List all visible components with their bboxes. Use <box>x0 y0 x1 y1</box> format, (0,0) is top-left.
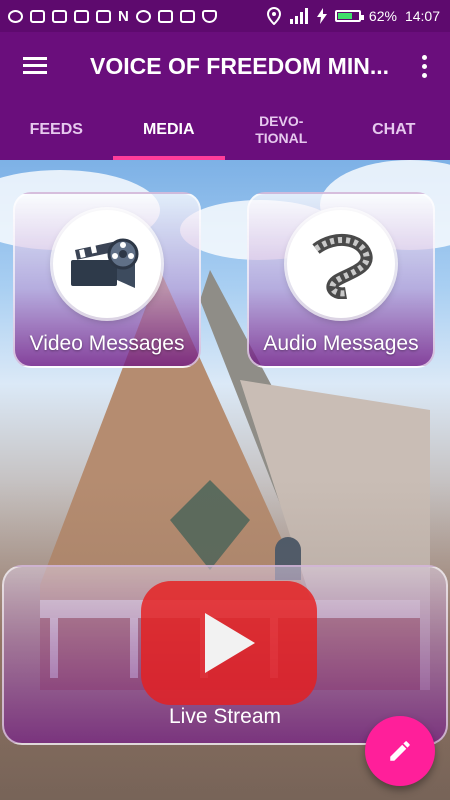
tab-media[interactable]: MEDIA <box>112 100 226 160</box>
tab-devotional[interactable]: DEVO- TIONAL <box>225 100 338 160</box>
status-bar: N 62% 14:07 <box>0 0 450 32</box>
film-strip-icon <box>287 210 395 318</box>
tab-chat[interactable]: CHAT <box>338 100 450 160</box>
live-stream-tile[interactable]: Live Stream <box>2 565 448 745</box>
battery-icon <box>334 10 364 22</box>
gmail-icon <box>74 9 89 23</box>
audio-messages-tile[interactable]: Audio Messages <box>247 192 435 368</box>
pencil-icon <box>390 741 410 761</box>
youtube-play-icon <box>141 581 317 705</box>
notification-icons: N <box>0 8 217 25</box>
app-title: VOICE OF FREEDOM MIN... <box>90 52 390 79</box>
shirt-icon <box>30 9 45 23</box>
location-icon <box>266 7 281 25</box>
audio-messages-label: Audio Messages <box>263 332 419 355</box>
instagram-icon <box>157 9 173 23</box>
app-bar: VOICE OF FREEDOM MIN... <box>0 32 450 100</box>
film-reel-icon <box>53 210 161 318</box>
whatsapp-icon <box>8 9 23 23</box>
bird-icon <box>135 9 151 23</box>
charging-icon <box>316 8 327 24</box>
battery-percent: 62% <box>368 8 397 24</box>
video-messages-tile[interactable]: Video Messages <box>13 192 201 368</box>
tab-bar: FEEDS MEDIA DEVO- TIONAL CHAT <box>0 100 450 160</box>
tab-feeds[interactable]: FEEDS <box>0 100 113 160</box>
hamburger-icon[interactable] <box>23 57 47 75</box>
mail-icon <box>179 9 195 23</box>
video-messages-label: Video Messages <box>29 332 185 355</box>
image-icon <box>96 9 111 23</box>
n-icon: N <box>118 7 129 25</box>
clock: 14:07 <box>404 8 440 24</box>
compose-fab[interactable] <box>365 716 435 786</box>
shield-icon <box>201 9 217 23</box>
more-vert-icon[interactable] <box>422 54 428 78</box>
signal-icon <box>289 8 308 24</box>
gmail-icon <box>52 9 67 23</box>
